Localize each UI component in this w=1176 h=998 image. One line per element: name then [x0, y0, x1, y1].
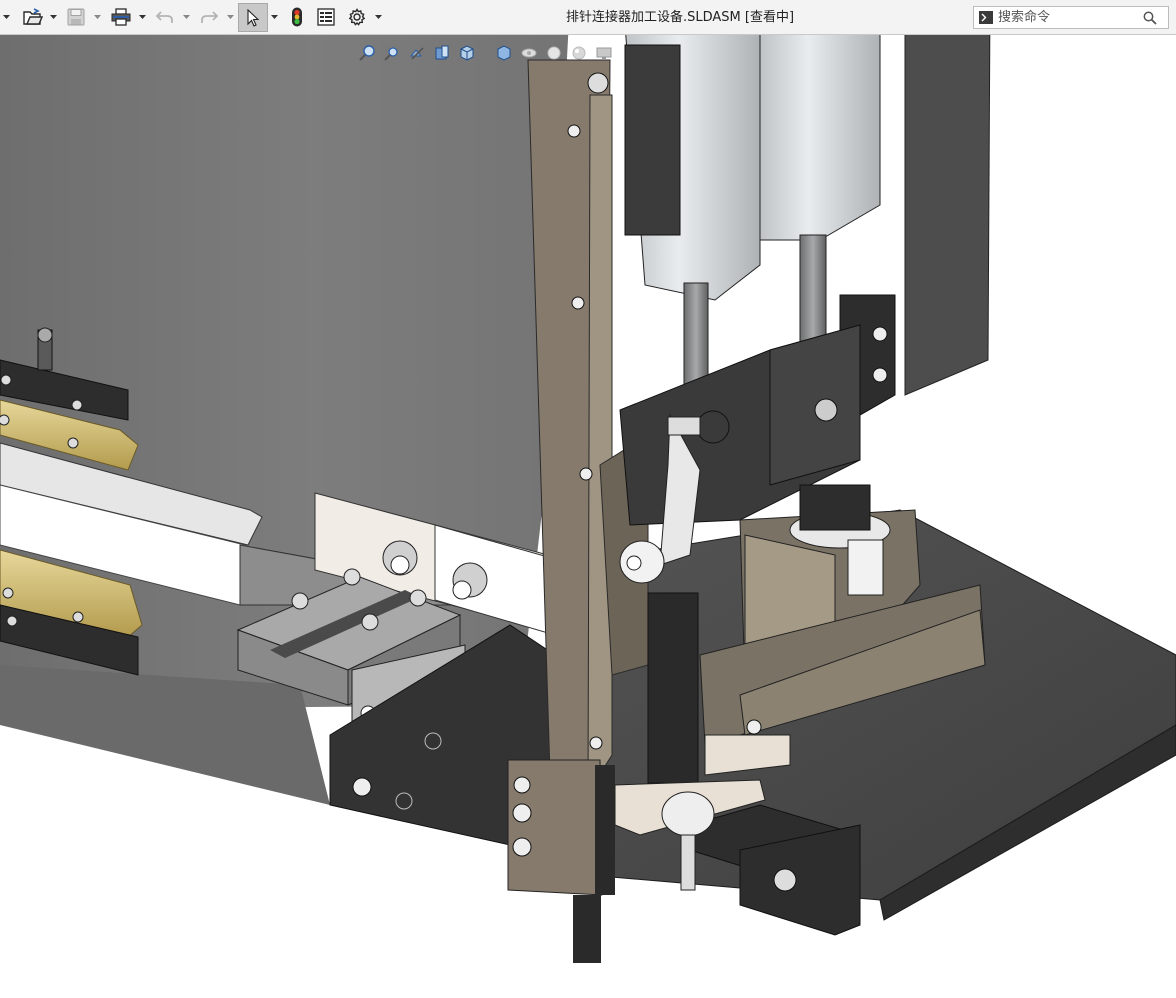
heads-up-view-toolbar: [356, 43, 618, 63]
command-prompt-icon: [979, 11, 993, 24]
edit-appearance-icon[interactable]: [543, 43, 564, 63]
folder-open-icon: [23, 8, 43, 25]
save-dropdown[interactable]: [93, 5, 102, 29]
print-button[interactable]: [109, 5, 133, 29]
select-button[interactable]: [238, 3, 268, 32]
apply-scene-icon[interactable]: [568, 43, 589, 63]
redo-icon: [201, 11, 219, 23]
redo-button[interactable]: [197, 5, 221, 29]
view-settings-icon[interactable]: [593, 43, 614, 63]
undo-dropdown[interactable]: [182, 5, 191, 29]
search-input[interactable]: [998, 7, 1138, 28]
print-dropdown[interactable]: [138, 5, 147, 29]
gear-icon: [348, 8, 366, 26]
zoom-to-area-icon[interactable]: [381, 43, 402, 63]
printer-icon: [111, 8, 131, 26]
select-dropdown[interactable]: [270, 5, 279, 29]
hide-show-items-icon[interactable]: [518, 43, 539, 63]
traffic-light-icon: [292, 7, 302, 27]
open-document-dropdown[interactable]: [49, 5, 58, 29]
open-document-button[interactable]: [21, 5, 45, 29]
new-document-dropdown[interactable]: [2, 5, 11, 29]
display-style-icon[interactable]: [493, 43, 514, 63]
graphics-area[interactable]: [0, 35, 1176, 998]
document-title: 排针连接器加工设备.SLDASM [查看中]: [565, 10, 795, 25]
properties-icon: [317, 8, 335, 26]
main-toolbar: 排针连接器加工设备.SLDASM [查看中]: [0, 0, 1176, 35]
search-icon[interactable]: [1143, 11, 1157, 25]
assembly-model[interactable]: [0, 35, 1176, 998]
redo-dropdown[interactable]: [226, 5, 235, 29]
undo-icon: [155, 11, 173, 23]
file-properties-button[interactable]: [314, 5, 338, 29]
command-search-box[interactable]: [973, 6, 1169, 29]
options-button[interactable]: [345, 5, 369, 29]
options-dropdown[interactable]: [374, 5, 383, 29]
save-icon: [67, 8, 85, 26]
cursor-arrow-icon: [247, 8, 260, 27]
rear-column[interactable]: [904, 35, 991, 396]
undo-button[interactable]: [153, 5, 177, 29]
rebuild-button[interactable]: [286, 5, 308, 29]
previous-view-icon[interactable]: [406, 43, 427, 63]
zoom-to-fit-icon[interactable]: [356, 43, 377, 63]
view-orientation-icon[interactable]: [456, 43, 477, 63]
section-view-icon[interactable]: [431, 43, 452, 63]
save-button[interactable]: [64, 5, 88, 29]
